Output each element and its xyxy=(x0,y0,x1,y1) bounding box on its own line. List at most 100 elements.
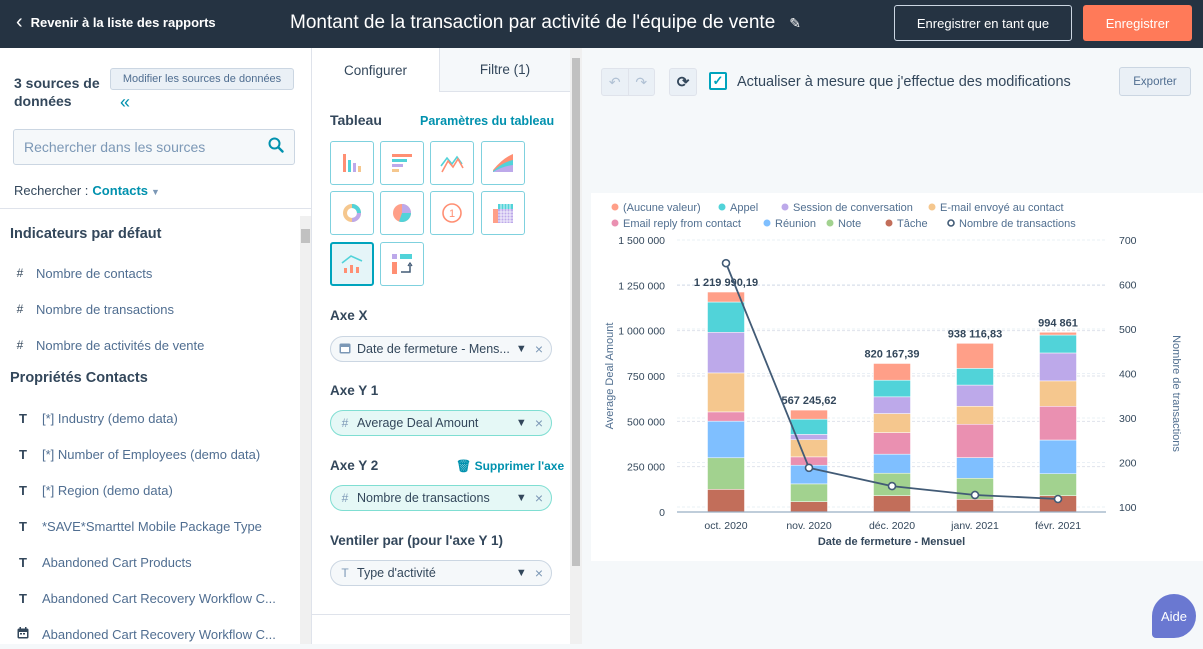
pencil-icon[interactable]: ✎ xyxy=(789,15,801,32)
save-button[interactable]: Enregistrer xyxy=(1083,5,1192,41)
list-item[interactable]: Abandoned Cart Recovery Workflow C... xyxy=(0,619,300,649)
config-scrollbar[interactable] xyxy=(570,48,582,644)
help-button[interactable]: Aide xyxy=(1152,594,1196,638)
sources-search[interactable] xyxy=(13,129,295,165)
chevron-down-icon[interactable]: ▼ xyxy=(516,343,527,355)
search-icon[interactable] xyxy=(268,137,284,158)
x-axis-title: Date de fermeture - Mensuel xyxy=(818,536,965,548)
bar-segment xyxy=(707,420,745,459)
y2-axis-value: Nombre de transactions xyxy=(357,491,490,505)
text-type-icon: T xyxy=(19,554,27,570)
text-type-icon: T xyxy=(19,518,27,534)
tab-filter[interactable]: Filtre (1) xyxy=(440,48,570,92)
undo-redo-group: ↶ ↷ xyxy=(601,68,655,96)
sankey-chart-icon xyxy=(392,254,413,274)
undo-icon[interactable]: ↶ xyxy=(602,69,629,95)
line-point xyxy=(970,490,980,500)
list-item[interactable]: # Nombre de activités de vente xyxy=(0,330,300,360)
chart-type-line[interactable] xyxy=(430,141,474,185)
back-to-reports-link[interactable]: ‹ Revenir à la liste des rapports xyxy=(16,12,216,32)
bar-total-label: 1 219 990,19 xyxy=(694,277,758,289)
chart-type-sankey[interactable] xyxy=(380,242,424,286)
chart-settings-link[interactable]: Paramètres du tableau xyxy=(420,114,554,128)
bar-segment xyxy=(707,301,745,333)
close-icon[interactable]: × xyxy=(535,565,543,581)
number-icon: # xyxy=(16,338,24,352)
y-tick-label: 500 000 xyxy=(627,416,665,428)
auto-refresh-checkbox[interactable]: ✓ xyxy=(709,72,727,90)
legend-marker xyxy=(718,203,726,211)
list-item[interactable]: # Nombre de transactions xyxy=(0,294,300,324)
legend-marker xyxy=(611,203,619,211)
modify-sources-button[interactable]: Modifier les sources de données xyxy=(110,68,294,90)
chart-type-area[interactable] xyxy=(481,141,525,185)
list-item[interactable]: T [*] Region (demo data) xyxy=(0,475,300,505)
delete-axis-link[interactable]: 🗑 Supprimer l'axe xyxy=(456,459,564,473)
number-icon: # xyxy=(16,266,24,280)
combination-chart-icon xyxy=(341,255,363,273)
save-as-button[interactable]: Enregistrer en tant que xyxy=(894,5,1072,41)
scrollbar-thumb[interactable] xyxy=(301,229,310,243)
y2-tick-label: 100 xyxy=(1119,502,1137,514)
caret-down-icon[interactable]: ▼ xyxy=(151,187,160,197)
legend-label: Email reply from contact xyxy=(623,218,741,230)
close-icon[interactable]: × xyxy=(535,415,543,431)
refresh-icon[interactable]: ⟳ xyxy=(669,68,697,96)
search-by-value[interactable]: Contacts xyxy=(92,183,148,198)
chart-type-combination[interactable] xyxy=(330,242,374,286)
bar-segment xyxy=(790,409,828,420)
chevron-down-icon[interactable]: ▼ xyxy=(516,492,527,504)
donut-chart-icon xyxy=(343,204,361,222)
calendar-icon xyxy=(339,342,351,357)
y1-axis-field[interactable]: # Average Deal Amount ▼ × xyxy=(330,410,552,436)
chart-type-vertical-bar[interactable] xyxy=(330,141,374,185)
top-bar: ‹ Revenir à la liste des rapports Montan… xyxy=(0,0,1203,48)
legend-label: (Aucune valeur) xyxy=(623,202,701,214)
list-item[interactable]: # Nombre de contacts xyxy=(0,258,300,288)
sources-scrollbar[interactable] xyxy=(300,216,311,644)
area-chart-icon xyxy=(493,154,513,172)
list-item[interactable]: T *SAVE*Smarttel Mobile Package Type xyxy=(0,511,300,541)
legend-marker xyxy=(885,219,893,227)
list-item[interactable]: T [*] Number of Employees (demo data) xyxy=(0,439,300,469)
close-icon[interactable]: × xyxy=(535,341,543,357)
legend-marker xyxy=(781,203,789,211)
vertical-bar-chart-icon xyxy=(343,154,361,172)
legend-label: Session de conversation xyxy=(793,202,913,214)
bar-segment xyxy=(790,501,828,513)
x-axis-field[interactable]: Date de fermeture - Mens... ▼ × xyxy=(330,336,552,362)
text-type-icon: T xyxy=(19,446,27,462)
chart-type-pivot-table[interactable] xyxy=(481,191,525,235)
line-point xyxy=(804,463,814,473)
x-tick-label: févr. 2021 xyxy=(1035,520,1081,532)
chart-type-pie[interactable] xyxy=(380,191,424,235)
redo-icon[interactable]: ↷ xyxy=(629,69,655,95)
y2-axis-field[interactable]: # Nombre de transactions ▼ × xyxy=(330,485,552,511)
y2-tick-label: 200 xyxy=(1119,458,1137,470)
breakdown-field[interactable]: T Type d'activité ▼ × xyxy=(330,560,552,586)
chevron-down-icon[interactable]: ▼ xyxy=(516,567,527,579)
search-by-selector[interactable]: Rechercher : Contacts ▼ xyxy=(14,183,160,198)
bar-segment xyxy=(707,489,745,513)
export-button[interactable]: Exporter xyxy=(1119,67,1191,96)
legend-marker xyxy=(947,219,955,227)
close-icon[interactable]: × xyxy=(535,490,543,506)
legend-marker xyxy=(826,219,834,227)
chart-type-summary[interactable]: 1 xyxy=(430,191,474,235)
tab-configure[interactable]: Configurer xyxy=(312,48,440,92)
sources-search-input[interactable] xyxy=(24,139,268,155)
scrollbar-thumb[interactable] xyxy=(572,58,580,566)
chart-preview-area: ↶ ↷ ⟳ ✓ Actualiser à mesure que j'effect… xyxy=(583,48,1203,644)
list-item[interactable]: T [*] Industry (demo data) xyxy=(0,403,300,433)
chevron-down-icon[interactable]: ▼ xyxy=(516,417,527,429)
collapse-panel-icon[interactable]: « xyxy=(120,92,130,113)
list-item-label: Abandoned Cart Recovery Workflow C... xyxy=(42,590,276,606)
list-item[interactable]: T Abandoned Cart Products xyxy=(0,547,300,577)
bar-segment xyxy=(1039,473,1077,496)
bar-total-label: 938 116,83 xyxy=(948,328,1002,340)
chart-type-donut[interactable] xyxy=(330,191,374,235)
bar-segment xyxy=(707,332,745,374)
bar-segment xyxy=(1039,334,1077,354)
chart-type-horizontal-bar[interactable] xyxy=(380,141,424,185)
list-item[interactable]: T Abandoned Cart Recovery Workflow C... xyxy=(0,583,300,613)
